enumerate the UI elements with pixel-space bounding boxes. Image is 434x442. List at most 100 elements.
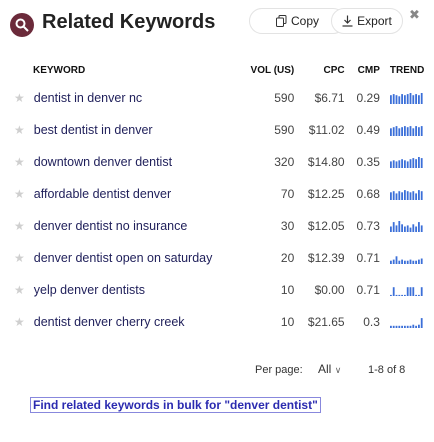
table-row: ★ denver dentist no insurance 30 $12.05 0.73 bbox=[0, 210, 434, 242]
table-row: ★ dentist denver cherry creek 10 $21.65 0.3 bbox=[0, 306, 434, 338]
trend-bar bbox=[417, 259, 420, 264]
trend-cell bbox=[384, 178, 434, 210]
trend-bar bbox=[389, 294, 392, 296]
table-row: ★ affordable dentist denver 70 $12.25 0.68 bbox=[0, 178, 434, 210]
cmp-cell: 0.71 bbox=[356, 283, 380, 297]
trend-bar bbox=[409, 227, 412, 232]
trend-bar bbox=[409, 159, 412, 168]
trend-bar bbox=[395, 256, 398, 264]
vol-cell: 10 bbox=[280, 315, 295, 329]
trend-bar bbox=[412, 287, 415, 296]
keyword-cell[interactable]: denver dentist no insurance bbox=[29, 210, 240, 242]
trend-bar bbox=[398, 294, 401, 296]
trend-sparkline bbox=[389, 221, 423, 232]
favorite-star-icon[interactable]: ★ bbox=[0, 178, 29, 210]
trend-bar bbox=[420, 126, 423, 136]
trend-bar bbox=[420, 318, 423, 328]
trend-cell bbox=[384, 210, 434, 242]
trend-sparkline bbox=[389, 287, 423, 296]
trend-bar bbox=[417, 324, 420, 328]
keyword-cell[interactable]: yelp denver dentists bbox=[29, 274, 240, 306]
keyword-cell[interactable]: dentist in denver nc bbox=[29, 82, 240, 114]
column-header-cpc[interactable]: CPC bbox=[298, 58, 348, 82]
favorite-star-icon[interactable]: ★ bbox=[0, 210, 29, 242]
cpc-cell: $11.02 bbox=[308, 123, 345, 137]
favorite-star-icon[interactable]: ★ bbox=[0, 306, 29, 338]
trend-bar bbox=[420, 258, 423, 264]
trend-bar bbox=[412, 128, 415, 136]
per-page-select[interactable]: All ∨ bbox=[318, 362, 341, 376]
trend-bar bbox=[409, 287, 412, 296]
favorite-star-icon[interactable]: ★ bbox=[0, 114, 29, 146]
cpc-cell: $6.71 bbox=[314, 91, 345, 105]
per-page-label: Per page: bbox=[255, 364, 303, 376]
trend-bar bbox=[392, 127, 395, 136]
trend-bar bbox=[398, 128, 401, 136]
trend-bar bbox=[412, 224, 415, 232]
vol-cell: 590 bbox=[274, 91, 295, 105]
bulk-search-link[interactable]: Find related keywords in bulk for "denve… bbox=[30, 397, 321, 413]
vol-cell: 590 bbox=[274, 123, 295, 137]
export-button[interactable]: Export bbox=[331, 8, 403, 34]
trend-bar bbox=[392, 222, 395, 232]
trend-bar bbox=[415, 159, 417, 168]
trend-bar bbox=[389, 260, 392, 264]
trend-bar bbox=[417, 222, 420, 232]
column-header-keyword[interactable]: KEYWORD bbox=[0, 58, 240, 82]
keyword-cell[interactable]: downtown denver dentist bbox=[29, 146, 240, 178]
cmp-cell: 0.68 bbox=[356, 187, 380, 201]
keyword-cell[interactable]: dentist denver cherry creek bbox=[29, 306, 240, 338]
trend-sparkline bbox=[389, 190, 423, 200]
keyword-cell[interactable]: denver dentist open on saturday bbox=[29, 242, 240, 274]
copy-icon bbox=[275, 15, 287, 27]
keyword-cell[interactable]: best dentist in denver bbox=[29, 114, 240, 146]
chevron-down-icon: ∨ bbox=[334, 365, 342, 375]
export-button-label: Export bbox=[357, 14, 392, 28]
trend-bar bbox=[403, 294, 406, 296]
trend-bar bbox=[403, 190, 406, 200]
table-row: ★ best dentist in denver 590 $11.02 0.49 bbox=[0, 114, 434, 146]
trend-cell bbox=[384, 114, 434, 146]
trend-bar bbox=[403, 95, 406, 104]
trend-bar bbox=[389, 128, 392, 136]
table-body: ★ dentist in denver nc 590 $6.71 0.29 ★ best d… bbox=[0, 82, 434, 338]
trend-bar bbox=[401, 159, 403, 168]
trend-cell bbox=[384, 306, 434, 338]
per-page-value: All bbox=[318, 362, 332, 376]
favorite-star-icon[interactable]: ★ bbox=[0, 146, 29, 178]
trend-bar bbox=[395, 294, 398, 296]
trend-bar bbox=[403, 126, 406, 136]
trend-bar bbox=[415, 294, 417, 296]
trend-bar bbox=[398, 221, 401, 232]
table-header-row: KEYWORD VOL (US) CPC CMP TREND bbox=[0, 58, 434, 82]
column-header-cmp[interactable]: CMP bbox=[349, 58, 384, 82]
trend-bar bbox=[406, 225, 409, 232]
favorite-star-icon[interactable]: ★ bbox=[0, 242, 29, 274]
column-header-trend[interactable]: TREND bbox=[384, 58, 434, 82]
trend-bar bbox=[412, 260, 415, 264]
favorite-star-icon[interactable]: ★ bbox=[0, 82, 29, 114]
trend-bar bbox=[406, 260, 409, 264]
vol-cell: 20 bbox=[280, 251, 295, 265]
trend-bar bbox=[392, 94, 395, 104]
favorite-star-icon[interactable]: ★ bbox=[0, 274, 29, 306]
trend-bar bbox=[417, 157, 420, 168]
trend-cell bbox=[384, 274, 434, 306]
trend-bar bbox=[409, 325, 412, 328]
trend-bar bbox=[395, 325, 398, 328]
column-header-volume[interactable]: VOL (US) bbox=[240, 58, 298, 82]
close-icon[interactable]: ✖ bbox=[409, 7, 420, 23]
trend-bar bbox=[420, 93, 423, 104]
trend-bar bbox=[406, 191, 409, 200]
trend-bar bbox=[401, 192, 403, 200]
table-row: ★ yelp denver dentists 10 $0.00 0.71 bbox=[0, 274, 434, 306]
panel-header: Related Keywords Copy Export ✖ bbox=[0, 0, 434, 50]
trend-bar bbox=[415, 226, 417, 232]
trend-bar bbox=[398, 96, 401, 104]
trend-bar bbox=[409, 126, 412, 136]
copy-button-label: Copy bbox=[290, 14, 319, 28]
trend-bar bbox=[389, 161, 392, 168]
trend-bar bbox=[420, 158, 423, 168]
vol-cell: 70 bbox=[280, 187, 295, 201]
keyword-cell[interactable]: affordable dentist denver bbox=[29, 178, 240, 210]
